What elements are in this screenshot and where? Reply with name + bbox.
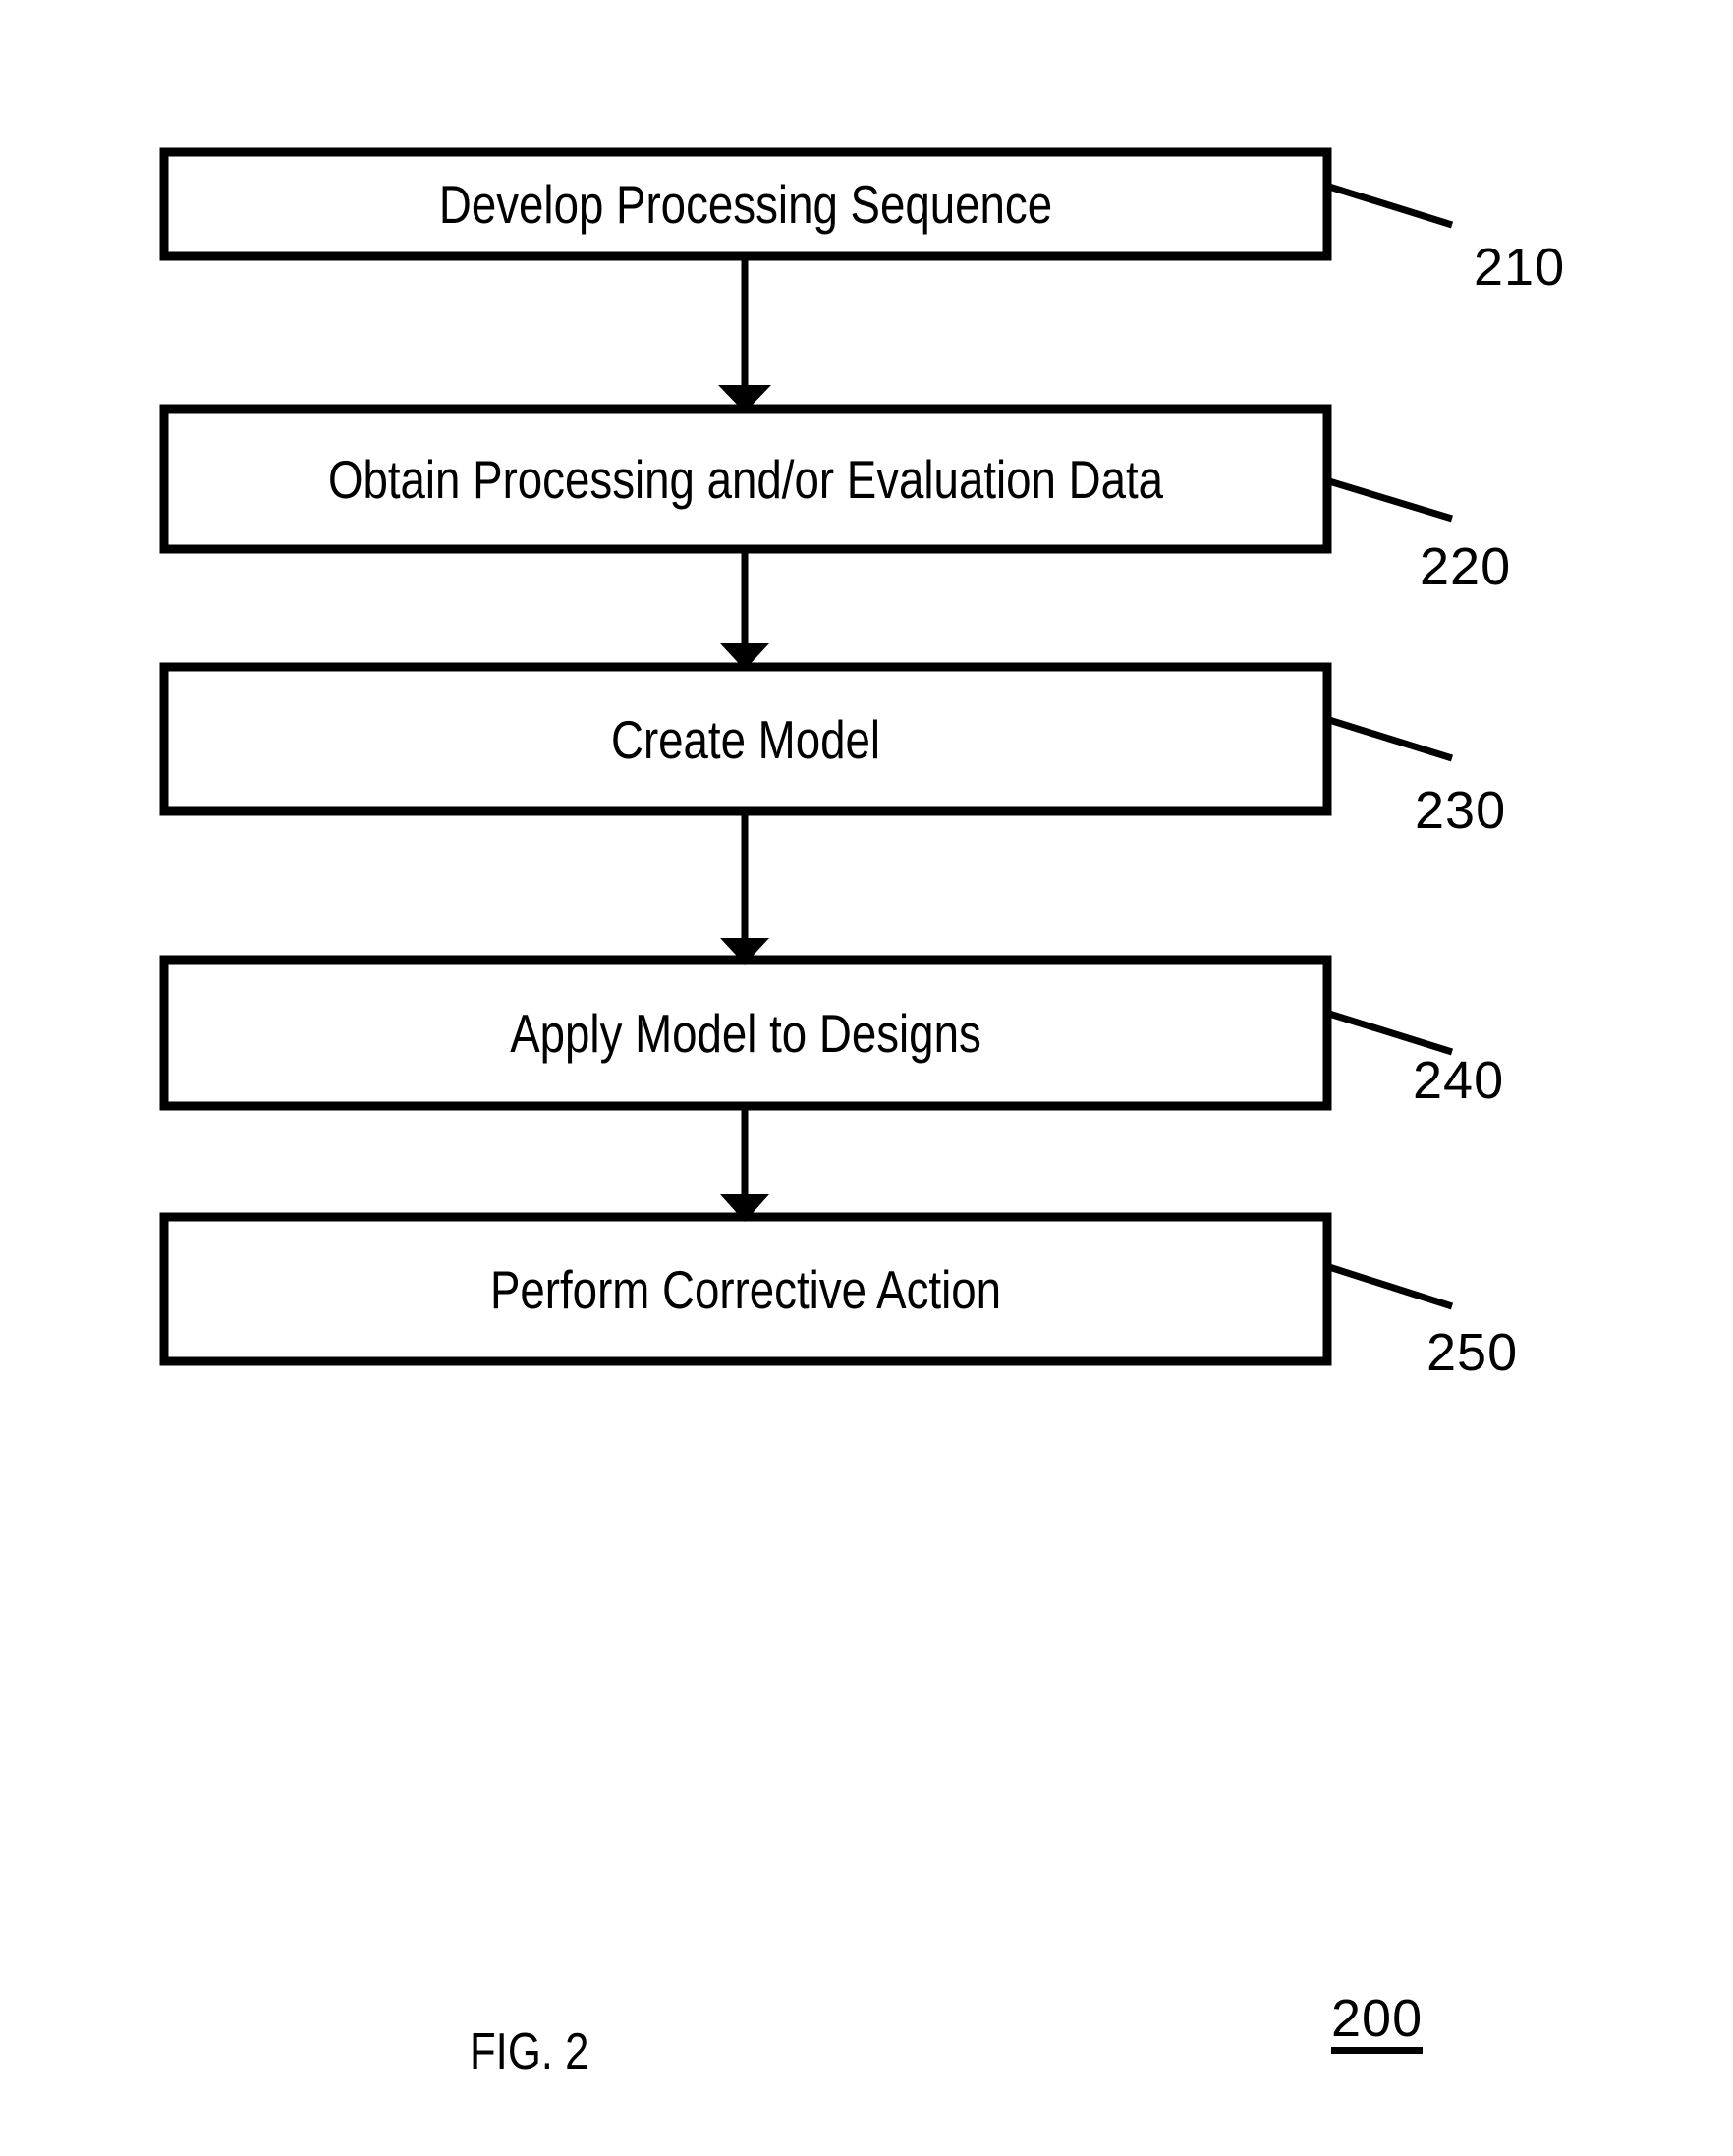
figure-caption: FIG. 2 <box>470 2023 589 2080</box>
process-box-label-230: Create Model <box>610 708 881 770</box>
connector-arrow-210-220 <box>718 260 771 413</box>
process-box-label-220: Obtain Processing and/or Evaluation Data <box>327 448 1164 510</box>
reference-numeral-250: 250 <box>1426 1323 1519 1382</box>
leader-line-220 <box>1327 477 1454 523</box>
leader-line-250 <box>1327 1263 1454 1310</box>
patent-figure-page: Develop Processing Sequence Obtain Proce… <box>0 0 1733 2156</box>
process-box-label-210: Develop Processing Sequence <box>438 174 1053 235</box>
process-box-label-240: Apply Model to Designs <box>510 1002 981 1064</box>
reference-numeral-240: 240 <box>1413 1051 1505 1110</box>
connector-arrow-220-230 <box>720 553 769 670</box>
figure-identifier: 200 <box>1331 1992 1424 2054</box>
leader-line-210 <box>1327 183 1454 229</box>
reference-numeral-230: 230 <box>1415 781 1507 840</box>
reference-numeral-220: 220 <box>1420 537 1512 596</box>
process-box-label-250: Perform Corrective Action <box>489 1258 1002 1320</box>
reference-numeral-210: 210 <box>1474 238 1566 297</box>
leader-line-230 <box>1327 716 1454 762</box>
connector-arrow-230-240 <box>720 815 769 965</box>
leader-line-240 <box>1327 1010 1454 1056</box>
connector-arrow-240-250 <box>720 1110 769 1222</box>
